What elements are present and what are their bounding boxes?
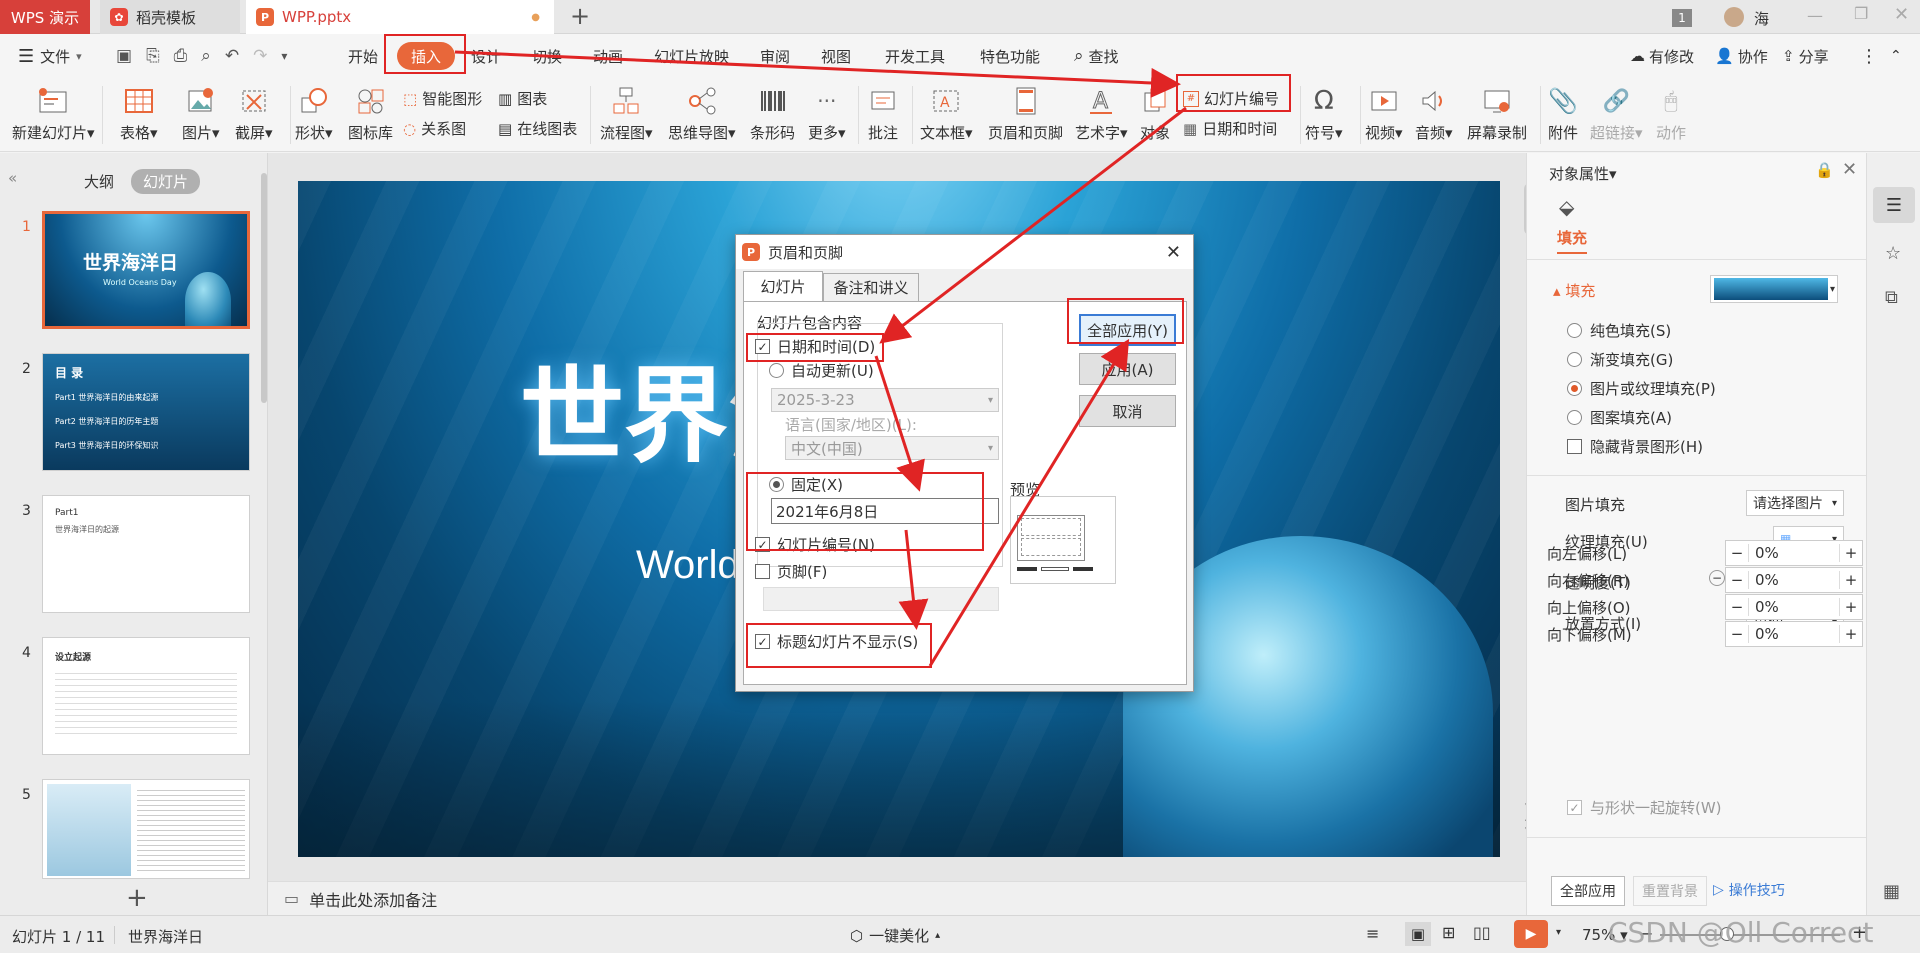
arrow-to-fixed [874, 355, 925, 492]
arrow-to-apply-all [928, 338, 1130, 667]
annotation-arrows [454, 50, 1187, 667]
arrow-to-datetime [879, 106, 1187, 344]
arrow-to-hide-title [898, 529, 929, 630]
arrow-insert-to-slide-number [454, 50, 1181, 98]
